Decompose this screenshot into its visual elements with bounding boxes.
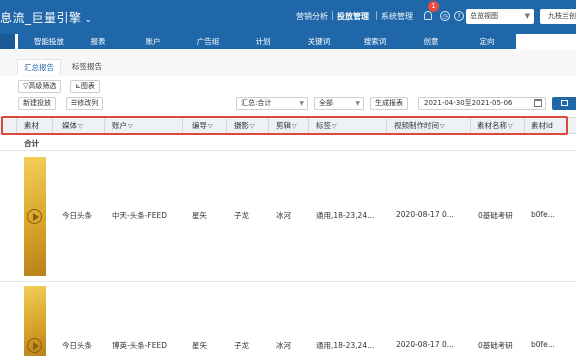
cell-account: 中天-头条-FEED — [112, 211, 167, 220]
cell-material-name: 0基础考研 — [478, 211, 513, 220]
video-thumbnail[interactable] — [24, 157, 46, 276]
chevron-down-icon: ▼ — [299, 100, 304, 107]
tab-targeting[interactable]: 定向 — [458, 34, 516, 49]
advanced-filter-button[interactable]: ▽高级筛选 — [18, 80, 62, 93]
chevron-down-icon: ▼ — [355, 100, 360, 107]
edit-columns-button[interactable]: ☰修改列 — [66, 97, 104, 110]
tab-creative[interactable]: 创意 — [402, 34, 460, 49]
cell-material-id: b0fe... — [531, 340, 555, 349]
cell-editor: 冰河 — [276, 211, 291, 220]
cell-media: 今日头条 — [62, 341, 92, 350]
cell-video-time: 2020-08-17 0... — [396, 340, 454, 349]
account-button[interactable]: 九枝兰创 — [540, 9, 576, 24]
column-divider — [182, 118, 183, 135]
filter-icon: ▽ — [128, 123, 133, 130]
column-header-tags[interactable]: 标签▽ — [316, 118, 337, 135]
subtab-summary-report[interactable]: 汇总报告 — [17, 59, 61, 75]
cell-video-time: 2020-08-17 0... — [396, 210, 454, 219]
sub-tabs: 汇总报告 标签报告 — [0, 50, 576, 76]
video-thumbnail[interactable] — [24, 286, 46, 356]
tab-account[interactable]: 账户 — [124, 34, 182, 49]
nav-divider — [332, 11, 333, 20]
main-tabs: 智能投放 报表 账户 广告组 计划 关键词 搜索词 创意 定向 — [0, 34, 576, 50]
column-header-video-time[interactable]: 视频制作时间▽ — [394, 118, 445, 135]
help-icon[interactable]: ? — [454, 11, 464, 21]
view-select[interactable]: 总览视图 ▼ — [466, 9, 534, 24]
column-divider — [226, 118, 227, 135]
notification-badge: 1 — [428, 1, 439, 12]
column-divider — [268, 118, 269, 135]
tab-report[interactable]: 报表 — [68, 34, 128, 49]
cell-material-name: 0基础考研 — [478, 341, 513, 350]
app-title: 息流_巨量引擎 — [0, 11, 82, 25]
tab-keyword[interactable]: 关键词 — [290, 34, 348, 49]
column-header-camera[interactable]: 摄影▽ — [234, 118, 255, 135]
cell-tags: 通用,18-23,24... — [316, 341, 375, 350]
column-divider — [52, 118, 53, 135]
column-header-media[interactable]: 媒体▽ — [62, 118, 83, 135]
column-divider — [104, 118, 105, 135]
column-divider — [308, 118, 309, 135]
tab-search-term[interactable]: 搜索词 — [346, 34, 404, 49]
table-row[interactable]: 今日头条 中天-头条-FEED 星矢 子龙 冰河 通用,18-23,24... … — [0, 151, 576, 282]
cell-tags: 通用,18-23,24... — [316, 211, 375, 220]
calendar-icon — [534, 99, 542, 107]
nav-system-management[interactable]: 系统管理 — [381, 11, 413, 22]
chevron-down-icon: ▼ — [524, 12, 530, 20]
play-icon[interactable] — [27, 209, 42, 224]
view-select-value: 总览视图 — [470, 12, 498, 20]
filter-icon: ▽ — [332, 123, 337, 130]
play-icon[interactable] — [27, 338, 42, 353]
column-header-account[interactable]: 账户▽ — [112, 118, 133, 135]
summary-row: 合计 — [0, 135, 576, 151]
generate-report-button[interactable]: 生成报表 — [370, 97, 408, 110]
table-row[interactable]: 今日头条 博英-头条-FEED 星矢 子龙 冰河 通用,18-23,24... … — [0, 282, 576, 356]
top-header: 息流_巨量引擎 ⌄ 营销分析 投放管理 系统管理 1 ◷ ? 总览视图 ▼ 九枝兰… — [0, 0, 576, 34]
chevron-down-icon: ⌄ — [84, 15, 93, 25]
bell-icon[interactable] — [424, 11, 432, 20]
column-divider — [470, 118, 471, 135]
column-header-material-name[interactable]: 素材名称▽ — [477, 118, 513, 135]
subtab-tag-report[interactable]: 标签报告 — [66, 59, 108, 75]
filter-icon: ▽ — [508, 123, 513, 130]
grid-view-button[interactable] — [552, 97, 576, 110]
cell-director: 星矢 — [192, 211, 207, 220]
scope-select[interactable]: 全部 ▼ — [314, 97, 364, 110]
cell-camera: 子龙 — [234, 341, 249, 350]
date-range-picker[interactable]: 2021-04-30至2021-05-06 — [418, 97, 546, 110]
table-header: 素材 媒体▽ 账户▽ 编导▽ 摄影▽ 剪辑▽ 标签▽ 视频制作时间▽ 素材名称▽… — [0, 117, 576, 135]
tab-plan[interactable]: 计划 — [234, 34, 292, 49]
nav-placement-management[interactable]: 投放管理 — [337, 11, 369, 22]
column-divider — [386, 118, 387, 135]
clock-icon[interactable]: ◷ — [440, 11, 450, 21]
cell-account: 博英-头条-FEED — [112, 341, 167, 350]
tab-ad-group[interactable]: 广告组 — [180, 34, 236, 49]
new-placement-button[interactable]: 新建投放 — [18, 97, 56, 110]
filter-icon: ▽ — [250, 123, 255, 130]
summary-label: 合计 — [24, 139, 39, 148]
filter-icon: ▽ — [292, 123, 297, 130]
column-divider — [16, 118, 17, 135]
cell-media: 今日头条 — [62, 211, 92, 220]
filter-icon: ▽ — [78, 123, 83, 130]
nav-divider — [376, 11, 377, 20]
cell-material-id: b0fe... — [531, 210, 555, 219]
cell-editor: 冰河 — [276, 341, 291, 350]
tab-home[interactable] — [0, 34, 15, 49]
column-header-director[interactable]: 编导▽ — [192, 118, 213, 135]
chart-button[interactable]: ⊾图表 — [70, 80, 100, 93]
column-divider — [524, 118, 525, 135]
column-divider — [566, 118, 567, 135]
column-header-editor[interactable]: 剪辑▽ — [276, 118, 297, 135]
filter-icon: ▽ — [440, 123, 445, 130]
cell-director: 星矢 — [192, 341, 207, 350]
grid-icon — [561, 100, 568, 106]
cell-camera: 子龙 — [234, 211, 249, 220]
filter-icon: ▽ — [208, 123, 213, 130]
summary-select[interactable]: 汇总:合计 ▼ — [236, 97, 308, 110]
nav-marketing-analysis[interactable]: 营销分析 — [296, 11, 328, 22]
column-header-material-id[interactable]: 素材id — [531, 118, 553, 135]
column-header-material[interactable]: 素材 — [24, 118, 39, 135]
app-title-dropdown[interactable]: 息流_巨量引擎 ⌄ — [0, 9, 93, 26]
